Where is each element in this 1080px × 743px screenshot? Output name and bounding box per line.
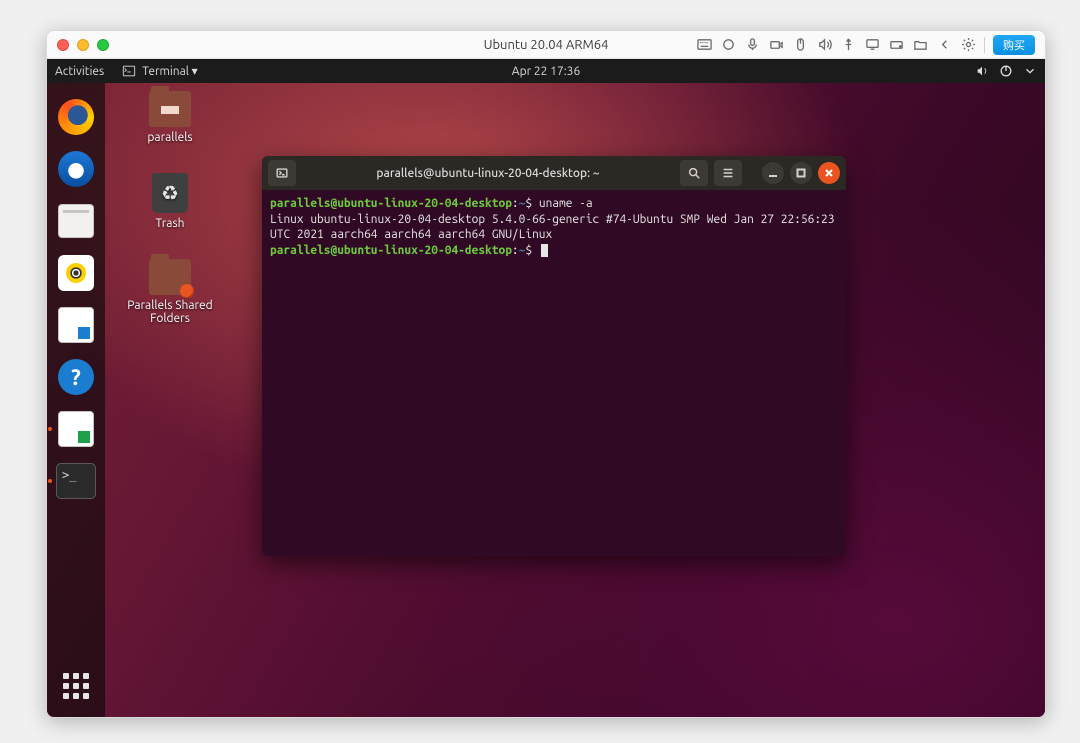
dock-terminal[interactable]: >_ [55, 460, 97, 502]
hamburger-menu-button[interactable] [714, 160, 742, 186]
parallels-toolbar: 购买 [696, 35, 1035, 55]
desktop-icon-label: Parallels Shared Folders [127, 299, 212, 325]
vm-viewport: Activities Terminal ▾ Apr 22 17:36 paral… [47, 59, 1045, 717]
desktop[interactable]: parallels Trash Parallels Shared Folders… [47, 83, 1045, 717]
keyboard-icon[interactable] [696, 37, 712, 53]
host-window: Ubuntu 20.04 ARM64 购买 Activities Termina… [46, 30, 1046, 718]
display-icon[interactable] [864, 37, 880, 53]
new-tab-button[interactable] [268, 160, 296, 186]
dock-rhythmbox[interactable] [55, 252, 97, 294]
folder-icon [149, 91, 191, 127]
desktop-icon-shared[interactable]: Parallels Shared Folders [127, 259, 213, 325]
app-menu[interactable]: Terminal ▾ [122, 64, 197, 78]
desktop-icon-home[interactable]: parallels [127, 91, 213, 144]
camera-icon[interactable] [768, 37, 784, 53]
thunderbird-icon [58, 151, 94, 187]
terminal-title: parallels@ubuntu-linux-20-04-desktop: ~ [302, 167, 674, 180]
record-icon[interactable] [720, 37, 736, 53]
show-applications-button[interactable] [55, 665, 97, 707]
maximize-button[interactable] [790, 162, 812, 184]
dock: ? >_ [47, 83, 105, 717]
mouse-icon[interactable] [792, 37, 808, 53]
mic-icon[interactable] [744, 37, 760, 53]
desktop-icon-label: parallels [147, 131, 192, 144]
prompt-user: parallels@ubuntu-linux-20-04-desktop [270, 244, 512, 257]
gear-icon[interactable] [960, 37, 976, 53]
activities-button[interactable]: Activities [55, 65, 104, 78]
files-icon [58, 204, 94, 238]
minimize-button[interactable] [762, 162, 784, 184]
cursor [541, 244, 548, 257]
folder-icon [149, 259, 191, 295]
firefox-icon [58, 99, 94, 135]
writer-icon [58, 307, 94, 343]
divider [984, 37, 985, 53]
sound-icon[interactable] [816, 37, 832, 53]
app-menu-label: Terminal ▾ [142, 64, 197, 78]
rhythmbox-icon [58, 255, 94, 291]
close-button[interactable] [818, 162, 840, 184]
dock-files[interactable] [55, 200, 97, 242]
dock-help[interactable]: ? [55, 356, 97, 398]
disk-icon[interactable] [888, 37, 904, 53]
fullscreen-window-button[interactable] [97, 39, 109, 51]
volume-icon [975, 64, 989, 78]
back-icon[interactable] [936, 37, 952, 53]
desktop-icon-trash[interactable]: Trash [127, 173, 213, 230]
prompt-user: parallels@ubuntu-linux-20-04-desktop [270, 197, 512, 210]
command: uname -a [539, 197, 593, 210]
dock-calc[interactable] [55, 408, 97, 450]
terminal-headerbar: parallels@ubuntu-linux-20-04-desktop: ~ [262, 156, 846, 190]
terminal-icon: >_ [56, 463, 96, 499]
close-window-button[interactable] [57, 39, 69, 51]
minimize-window-button[interactable] [77, 39, 89, 51]
terminal-body[interactable]: parallels@ubuntu-linux-20-04-desktop:~$ … [262, 190, 846, 556]
desktop-icon-label: Trash [155, 217, 184, 230]
chevron-down-icon [1023, 64, 1037, 78]
dock-thunderbird[interactable] [55, 148, 97, 190]
dock-firefox[interactable] [55, 96, 97, 138]
traffic-lights [57, 39, 109, 51]
gnome-topbar: Activities Terminal ▾ Apr 22 17:36 [47, 59, 1045, 83]
search-button[interactable] [680, 160, 708, 186]
terminal-window: parallels@ubuntu-linux-20-04-desktop: ~ … [262, 156, 846, 556]
calc-icon [58, 411, 94, 447]
help-icon: ? [58, 359, 94, 395]
power-icon [999, 64, 1013, 78]
network-folder-icon[interactable] [912, 37, 928, 53]
host-titlebar: Ubuntu 20.04 ARM64 购买 [47, 31, 1045, 59]
usb-icon[interactable] [840, 37, 856, 53]
trash-icon [152, 173, 188, 213]
system-tray[interactable] [975, 64, 1037, 78]
output: Linux ubuntu-linux-20-04-desktop 5.4.0-6… [270, 213, 841, 242]
dock-writer[interactable] [55, 304, 97, 346]
buy-button[interactable]: 购买 [993, 35, 1035, 55]
